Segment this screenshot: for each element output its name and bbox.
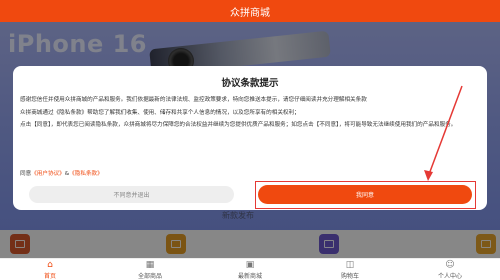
home-icon: ⌂	[47, 259, 53, 270]
tab-latest-mall[interactable]: ▣ 最新商城	[200, 259, 300, 280]
tab-cart[interactable]: ◫ 购物车	[300, 259, 400, 280]
dialog-paragraph: 感谢您信任并使用众拼商城的产品和服务。我们依据最新的法律法规、监控政策要求，特向…	[20, 97, 367, 103]
agree-prefix: 同意	[20, 171, 32, 177]
agreement-links: 同意《用户协议》&《隐私条款》	[20, 169, 103, 177]
cart-icon: ◫	[345, 259, 355, 270]
annotation-highlight-box	[255, 181, 476, 209]
tab-label: 购物车	[340, 272, 359, 280]
grid-icon: ▦	[145, 259, 155, 270]
tab-profile[interactable]: ☺ 个人中心	[400, 259, 500, 280]
tab-label: 个人中心	[437, 272, 462, 280]
tab-label: 最新商城	[237, 272, 262, 280]
user-agreement-link[interactable]: 《用户协议》	[31, 171, 65, 177]
decline-button[interactable]: 不同意并退出	[29, 186, 234, 203]
gift-icon: ▣	[245, 259, 255, 270]
tab-all-products[interactable]: ▦ 全部商品	[100, 259, 200, 280]
tab-label: 全部商品	[137, 272, 162, 280]
tab-label: 首页	[43, 272, 56, 280]
dialog-title: 协议条款提示	[221, 78, 279, 89]
tab-home[interactable]: ⌂ 首页	[0, 259, 100, 280]
app: 众拼商城 iPhone 16 新款发布 ⌂ 首页 ▦ 全部商品 ▣ 最新商城 ◫…	[0, 0, 500, 280]
dialog-body: 感谢您信任并使用众拼商城的产品和服务。我们依据最新的法律法规、监控政策要求，特向…	[20, 97, 482, 135]
top-header: 众拼商城	[0, 0, 500, 22]
privacy-terms-link[interactable]: 《隐私条款》	[69, 171, 103, 177]
dialog-paragraph: 众拼商城通过《隐私条款》帮助您了解我们收集、使用、储存和共享个人信息的情况，以及…	[20, 109, 300, 116]
dialog-paragraph: 点击【同意】，即代表您已阅读隐私条款，众拼商城将尽力保障您的合法权益并继续为您提…	[20, 122, 457, 129]
page-title: 众拼商城	[230, 7, 270, 19]
bottom-tabbar: ⌂ 首页 ▦ 全部商品 ▣ 最新商城 ◫ 购物车 ☺ 个人中心	[0, 258, 500, 280]
user-icon: ☺	[445, 259, 455, 270]
